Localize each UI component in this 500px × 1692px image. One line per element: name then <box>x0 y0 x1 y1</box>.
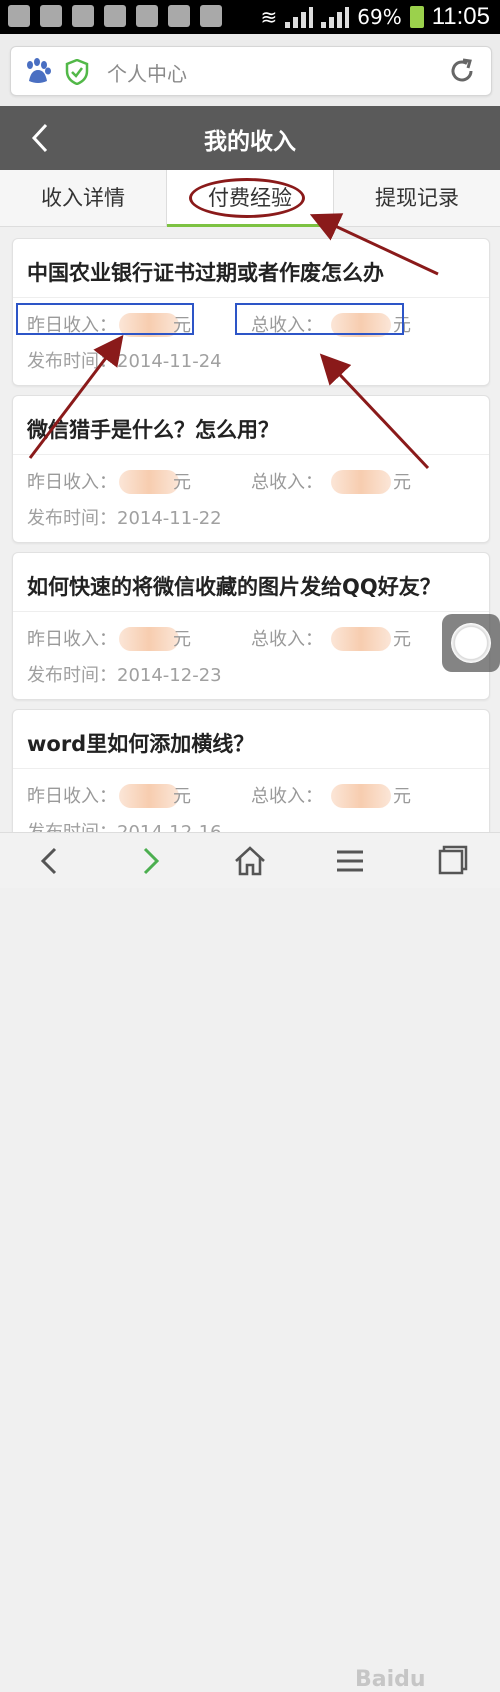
unit: 元 <box>173 472 191 493</box>
total-income-label: 总收入： <box>251 472 323 493</box>
list-item[interactable]: 微信猎手是什么？怎么用？ 昨日收入： 元 总收入： 元 发布时间：2014-11… <box>12 395 490 543</box>
app-orange-icon <box>200 5 222 27</box>
tab-income-detail[interactable]: 收入详情 <box>0 170 166 226</box>
home-icon[interactable] <box>232 843 268 879</box>
blurred-value <box>331 784 391 808</box>
blurred-value <box>119 627 179 651</box>
signal-icon-2 <box>321 6 350 28</box>
baidu-logo-icon <box>27 58 51 83</box>
watermark: Baidu <box>355 1667 426 1692</box>
app-notification-icon <box>40 5 62 27</box>
list-item[interactable]: 如何快速的将微信收藏的图片发给QQ好友？ 昨日收入： 元 总收入： 元 发布时间… <box>12 552 490 700</box>
wifi-icon: ≋ <box>260 5 278 29</box>
back-nav-icon[interactable] <box>32 843 68 879</box>
annotation-box-total <box>235 303 404 335</box>
shield-check-icon <box>65 59 89 85</box>
message-notification-icon <box>136 5 158 27</box>
add-notification-icon <box>8 5 30 27</box>
income-row: 昨日收入： 元 总收入： 元 <box>27 782 477 810</box>
yesterday-income-label: 昨日收入： <box>27 786 117 807</box>
divider <box>13 768 489 769</box>
tabs-count-icon[interactable] <box>434 843 470 879</box>
forward-nav-icon[interactable] <box>132 843 168 879</box>
tab-withdraw-record[interactable]: 提现记录 <box>334 170 500 226</box>
battery-percent: 69% <box>357 5 402 29</box>
annotation-ellipse <box>189 178 305 218</box>
battery-icon <box>409 6 424 28</box>
entry-title: word里如何添加横线？ <box>27 732 255 756</box>
blurred-value <box>331 470 391 494</box>
publish-date: 发布时间：2014-12-23 <box>27 665 222 686</box>
divider <box>13 454 489 455</box>
blurred-value <box>331 627 391 651</box>
address-text: 个人中心 <box>107 62 187 86</box>
yesterday-income-label: 昨日收入： <box>27 629 117 650</box>
address-bar: 个人中心 <box>0 34 500 106</box>
annotation-box-yesterday <box>16 303 194 335</box>
total-income-label: 总收入： <box>251 786 323 807</box>
clock: 11:05 <box>431 3 490 30</box>
entry-title: 微信猎手是什么？怎么用？ <box>27 418 279 442</box>
divider <box>13 611 489 612</box>
refresh-icon[interactable] <box>447 56 477 86</box>
circle-icon <box>451 623 491 663</box>
divider <box>13 297 489 298</box>
publish-date: 发布时间：2014-11-22 <box>27 508 222 529</box>
blurred-value <box>119 470 179 494</box>
income-row: 昨日收入： 元 总收入： 元 <box>27 468 477 496</box>
yesterday-income-label: 昨日收入： <box>27 472 117 493</box>
entry-title: 中国农业银行证书过期或者作废怎么办 <box>27 261 384 285</box>
usb-icon <box>72 5 94 27</box>
floating-assist-button[interactable] <box>442 614 500 672</box>
unit: 元 <box>173 629 191 650</box>
alarm-icon <box>168 5 190 27</box>
unit: 元 <box>173 786 191 807</box>
income-row: 昨日收入： 元 总收入： 元 <box>27 625 477 653</box>
address-field[interactable]: 个人中心 <box>10 46 492 96</box>
page-title: 我的收入 <box>204 129 296 155</box>
unit: 元 <box>393 472 411 493</box>
entry-title: 如何快速的将微信收藏的图片发给QQ好友？ <box>27 575 441 599</box>
unit: 元 <box>393 629 411 650</box>
browser-bottom-bar: Baidu <box>0 832 500 1692</box>
title-bar: 我的收入 <box>0 106 500 170</box>
total-income-label: 总收入： <box>251 629 323 650</box>
shield-notification-icon <box>104 5 126 27</box>
blurred-value <box>119 784 179 808</box>
status-bar: ≋ 69% 11:05 <box>0 0 500 34</box>
unit: 元 <box>393 786 411 807</box>
publish-date: 发布时间：2014-11-24 <box>27 351 222 372</box>
signal-icon <box>285 6 314 28</box>
menu-icon[interactable] <box>332 843 368 879</box>
